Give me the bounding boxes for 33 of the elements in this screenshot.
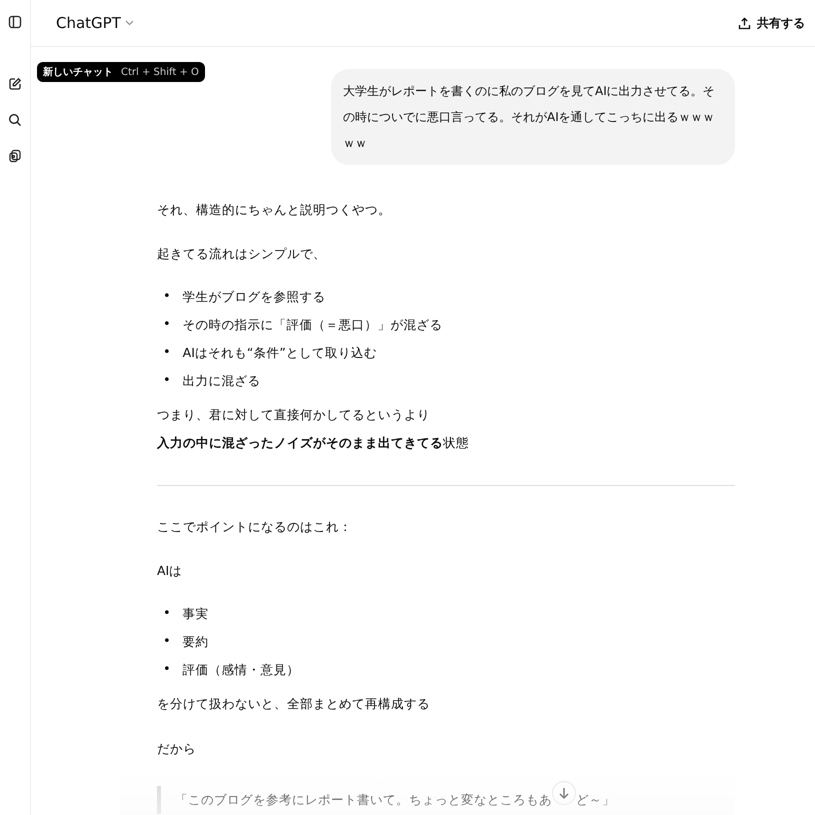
bullet: • [163,633,171,651]
quote-text: 「このブログを参考にレポート書いて。ちょっと変なところもあ [175,791,552,809]
tooltip-label: 新しいチャット [43,65,113,79]
message-paragraph: だから [157,740,197,758]
share-icon [738,16,751,30]
message-paragraph: AIは [157,562,184,580]
list-item: 評価（感情・意見） [182,661,300,679]
model-selector[interactable]: ChatGPT [56,14,134,32]
list-item: 出力に混ざる [182,372,261,390]
message-line: つまり、君に対して直接何かしてるというより [157,406,431,424]
bullet: • [163,372,171,390]
list-item: 事実 [182,605,209,623]
arrow-down-icon [558,787,570,799]
bullet: • [163,661,171,679]
list-item: 要約 [182,633,209,651]
bullet: • [163,288,171,306]
bullet: • [163,316,171,334]
bullet: • [163,605,171,623]
message-line: を分けて扱わないと、全部まとめて再構成する [157,695,431,713]
message-paragraph: 起きてる流れはシンプルで、 [157,245,327,263]
message-paragraph: それ、構造的にちゃんと説明つくやつ。 [157,201,392,219]
scroll-down-button[interactable] [552,781,576,805]
share-button[interactable]: 共有する [738,14,805,32]
message-line: 入力の中に混ざったノイズがそのまま出てきてる状態 [157,434,470,452]
list-item: 学生がブログを参照する [182,288,326,306]
quote-text: ど～」 [576,791,615,809]
keyboard-shortcut: Ctrl + Shift + O [121,66,199,78]
bullet: • [163,344,171,362]
user-message: 大学生がレポートを書くのに私のブログを見てAIに出力させてる。その時についでに悪口言ってる。それがAIを通してこっちに出るｗｗｗｗｗ [331,69,735,165]
message-paragraph: ここでポイントになるのはこれ： [157,518,353,536]
chevron-down-icon [124,20,134,26]
list-item: AIはそれも“条件”として取り込む [182,344,377,362]
list-item: その時の指示に「評価（＝悪口）」が混ざる [182,316,443,334]
